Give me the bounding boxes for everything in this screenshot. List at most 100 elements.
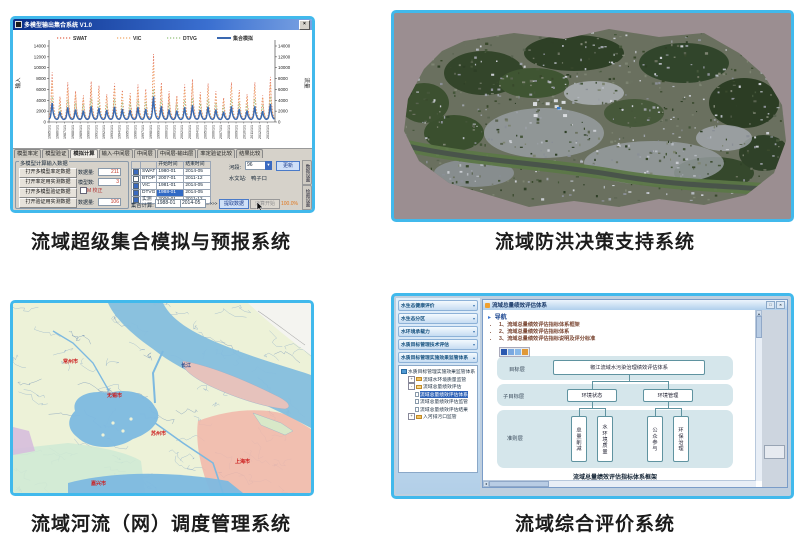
field-label: 数据量:: [78, 199, 94, 206]
sidebar-menu-item[interactable]: 水质目标管理技术评估▾: [398, 339, 478, 350]
tree-item[interactable]: + 入河排污口监管: [400, 413, 476, 421]
nav-item[interactable]: 2、流域总量绩效评估指标体系: [499, 329, 756, 336]
p1-tab[interactable]: 率定验证比较: [197, 149, 235, 158]
tree-toggle-icon[interactable]: +: [408, 413, 415, 420]
ensemble-chart-area: 0020002000400040006000600080008000100001…: [13, 30, 312, 148]
tree-item-label: 流域总量绩效评估体系: [420, 391, 468, 398]
vertical-scrollbar[interactable]: ▲: [755, 310, 762, 481]
p1-tab[interactable]: 输入-中间层: [99, 149, 133, 158]
row-checkbox[interactable]: [133, 176, 139, 182]
open-data-button[interactable]: 打开多模型率定数据: [19, 168, 77, 178]
window-titlebar[interactable]: 多模型输出集合系统 V1.0 ×: [13, 19, 312, 30]
svg-text:2008/1/1: 2008/1/1: [227, 125, 231, 139]
open-data-button[interactable]: 打开多模型验证数据: [19, 188, 77, 198]
field-value[interactable]: 211: [98, 168, 121, 176]
tab-bar: 模型率定模型验证模拟计算输入-中间层中间层中间层-输出层率定验证比较结果比较: [13, 148, 312, 158]
side-tab-plot[interactable]: 绘图设置: [302, 185, 312, 210]
save-icon[interactable]: [501, 349, 507, 355]
sidebar-menu-item[interactable]: 水环境承载力▾: [398, 326, 478, 337]
table-row[interactable]: SWAT1980-012014-05: [132, 169, 211, 176]
open-data-button[interactable]: 打开验证用实测数据: [19, 198, 77, 208]
row-checkbox[interactable]: [133, 183, 139, 189]
svg-text:1998/1/1: 1998/1/1: [149, 125, 153, 139]
map-label: 嘉兴市: [90, 480, 106, 487]
print-icon[interactable]: [508, 349, 514, 355]
row-checkbox[interactable]: [133, 190, 139, 196]
mini-panel[interactable]: [764, 445, 785, 459]
start-date-input[interactable]: 1988-01: [155, 199, 181, 208]
indicator-framework-diagram: 目标层 子目标层 准则层 椒江流域水污染治理绩效评估体系 环境状态 环境管理 流…: [497, 348, 733, 481]
close-icon[interactable]: ×: [776, 301, 785, 309]
connector-line: [579, 408, 606, 409]
horizontal-scrollbar[interactable]: ◄: [483, 480, 756, 487]
p1-tab[interactable]: 结果比较: [236, 149, 263, 158]
model-period-table[interactable]: 开始时间结束时间SWAT1980-012014-05BTOP2007-01201…: [131, 161, 211, 204]
aerial-3d-terrain[interactable]: [394, 13, 791, 219]
row-checkbox[interactable]: [133, 169, 139, 175]
svg-text:4000: 4000: [36, 98, 46, 103]
p1-tab[interactable]: 模拟计算: [70, 149, 97, 158]
svg-text:2012/1/1: 2012/1/1: [258, 125, 262, 139]
field-value[interactable]: 106: [98, 198, 121, 206]
map-label: 常州市: [63, 358, 78, 365]
doc-icon: [415, 407, 419, 412]
nav-arrow-icon: ▸: [488, 315, 491, 321]
update-button[interactable]: 更新: [276, 161, 300, 171]
tree-item[interactable]: 流域总量绩效评估监管: [400, 398, 476, 406]
side-tab-data[interactable]: 数据设置: [302, 160, 312, 185]
field-label: 数据量:: [78, 169, 94, 176]
tree-item[interactable]: 水质目标管理实施效果监管体系: [400, 368, 476, 376]
right-side-pane: [762, 310, 787, 487]
tree-item-label: 入河排污口监管: [423, 413, 457, 420]
p1-tab[interactable]: 模型率定: [14, 149, 41, 158]
field-value[interactable]: 3: [98, 178, 121, 186]
end-date-input[interactable]: 2014-05: [180, 199, 206, 208]
caption-evaluation: 流域综合评价系统: [400, 509, 790, 536]
tree-item[interactable]: 流域总量绩效评估体系: [400, 391, 476, 399]
table-row[interactable]: BTOP2007-012011-12: [132, 176, 211, 183]
chevron-down-icon: ▴: [473, 355, 475, 360]
connector-line: [681, 408, 682, 416]
svg-text:6000: 6000: [278, 87, 288, 92]
nav-list: 1、流域总量绩效评估指标体系框架2、流域总量绩效评估指标体系3、流域总量绩效评估…: [499, 322, 756, 343]
groupbox-title: 多模型计算输入数据: [19, 159, 69, 167]
table-row[interactable]: DTVG1988-012014-05: [132, 190, 211, 197]
tree-item[interactable]: 流域总量绩效评估结果: [400, 406, 476, 414]
tree-item[interactable]: + 流域水环境质量监管: [400, 376, 476, 384]
nav-item[interactable]: 1、流域总量绩效评估指标体系框架: [499, 322, 756, 329]
scrollbar-thumb[interactable]: [489, 481, 549, 487]
table-row[interactable]: VIC1981-012014-05: [132, 183, 211, 190]
sidebar-menu-item[interactable]: 水质目标管理实施效果监管体系▴: [398, 352, 478, 363]
chevron-down-icon[interactable]: ▼: [265, 161, 272, 170]
row-label: 目标层: [509, 365, 525, 373]
sidebar-tree: 水质目标管理实施效果监管体系+流域水环境质量监管-流域总量绩效评估流域总量绩效评…: [398, 365, 478, 473]
river-network-map[interactable]: 常州市无锡市苏州市上海市嘉兴市长江: [13, 303, 311, 493]
svg-text:8000: 8000: [278, 76, 288, 81]
map-label: 上海市: [235, 458, 250, 465]
connector-line: [655, 408, 656, 416]
svg-text:2006/1/1: 2006/1/1: [211, 125, 215, 139]
p1-tab[interactable]: 模型验证: [42, 149, 69, 158]
open-data-button[interactable]: 打开率定用实测数据: [19, 178, 77, 188]
sidebar-menu-item[interactable]: 水生态健康评价▾: [398, 300, 478, 311]
zoom-icon[interactable]: [515, 349, 521, 355]
tree-toggle-icon[interactable]: +: [408, 376, 415, 383]
nav-item[interactable]: 3、流域总量绩效评估指标说明及评分标准: [499, 336, 756, 343]
p1-tab[interactable]: 中间层-输出层: [157, 149, 197, 158]
close-icon[interactable]: ×: [299, 20, 310, 30]
extract-data-button[interactable]: 提取数据: [219, 199, 249, 209]
station-value: 鸭子口: [251, 174, 267, 182]
export-icon[interactable]: [522, 349, 528, 355]
run-button[interactable]: 运算开始: [250, 199, 280, 209]
m-correction-checkbox[interactable]: [80, 187, 87, 194]
criteria-box: 总量削减: [571, 416, 587, 462]
tree-item-label: 流域水环境质量监管: [423, 376, 466, 383]
reach-input[interactable]: 96: [245, 161, 267, 170]
sidebar-menu-item[interactable]: 水生态分区▾: [398, 313, 478, 324]
inner-window-titlebar[interactable]: 流域总量绩效评估体系 □ ×: [483, 300, 787, 310]
tree-item[interactable]: -流域总量绩效评估: [400, 383, 476, 391]
tree-toggle-icon[interactable]: -: [408, 383, 415, 390]
maximize-icon[interactable]: □: [766, 301, 775, 309]
diagram-toolbar[interactable]: [499, 347, 530, 357]
p1-tab[interactable]: 中间层: [134, 149, 156, 158]
